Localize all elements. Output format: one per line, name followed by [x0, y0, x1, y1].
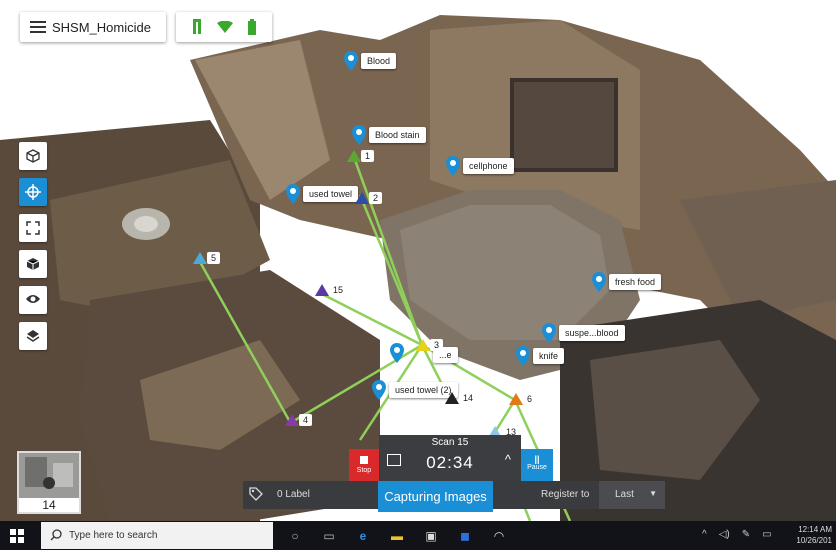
marker-label: 6: [523, 393, 537, 405]
layers-icon: [26, 330, 40, 342]
edge-icon[interactable]: e: [350, 525, 376, 546]
marker-label: 1: [361, 150, 375, 162]
menu-icon[interactable]: [30, 18, 46, 36]
app-icon[interactable]: ◼: [452, 525, 478, 546]
scan-status-panel: Scan 15 02:34 ^: [379, 435, 521, 481]
visibility-button[interactable]: [19, 286, 47, 314]
stop-label: Stop: [356, 467, 372, 474]
search-placeholder: Type here to search: [69, 530, 158, 541]
location-pin-icon[interactable]: [344, 51, 358, 71]
battery-icon: [248, 19, 257, 35]
marker-label: 5: [207, 252, 221, 264]
expand-icon: [26, 221, 40, 235]
chevron-up-icon[interactable]: ^: [505, 452, 511, 467]
chevron-up-icon[interactable]: ^: [702, 529, 707, 540]
windows-taskbar: Type here to search ○ ▭ e ▬ ▣ ◼ ◠ ^ ◁) ✎…: [0, 521, 836, 550]
task-view-icon[interactable]: ▭: [316, 525, 342, 546]
pin-label[interactable]: Blood: [361, 53, 397, 69]
marker-triangle-icon[interactable]: [193, 252, 207, 264]
pause-button[interactable]: || Pause: [521, 449, 553, 481]
marker-label: 14: [459, 392, 478, 404]
project-header: SHSM_Homicide: [20, 12, 166, 42]
windows-start-icon[interactable]: [10, 529, 24, 543]
register-to-label: Register to: [541, 489, 590, 500]
location-pin-icon[interactable]: [542, 323, 556, 343]
stop-button[interactable]: Stop: [349, 449, 379, 481]
project-title: SHSM_Homicide: [52, 19, 151, 35]
location-pin-icon[interactable]: [516, 346, 530, 366]
scanner-app-icon[interactable]: ◠: [486, 525, 512, 546]
wifi-icon: [216, 21, 233, 33]
eye-icon: [26, 295, 40, 303]
store-icon[interactable]: ▣: [418, 525, 444, 546]
pin-label[interactable]: Blood stain: [369, 127, 426, 143]
marker-triangle-icon[interactable]: [416, 339, 430, 351]
marker-triangle-icon[interactable]: [509, 393, 523, 405]
location-pin-icon[interactable]: [352, 125, 366, 145]
cube-icon: [26, 149, 40, 163]
location-pin-icon[interactable]: [446, 156, 460, 176]
clock-date: 10/26/201: [796, 536, 832, 545]
cube-view-button[interactable]: [19, 142, 47, 170]
marker-triangle-icon[interactable]: [445, 392, 459, 404]
location-pin-icon[interactable]: [372, 380, 386, 400]
register-select-value: Last: [615, 489, 634, 500]
location-pin-icon[interactable]: [592, 272, 606, 292]
volume-icon[interactable]: ◁): [719, 529, 730, 540]
location-pin-icon[interactable]: [390, 343, 404, 363]
system-tray: ^ ◁) ✎ ▭: [702, 529, 784, 540]
view-toolbar: [19, 142, 49, 358]
move-tool-button[interactable]: [19, 178, 47, 206]
marker-label: 2: [369, 192, 383, 204]
cortana-icon[interactable]: ○: [282, 525, 308, 546]
fit-view-button[interactable]: [19, 214, 47, 242]
search-icon: [50, 529, 62, 541]
pause-icon: ||: [534, 454, 540, 464]
scanner-icon: [192, 19, 201, 34]
pin-label[interactable]: used towel: [303, 186, 359, 202]
box-icon: [26, 258, 40, 270]
scan-timer: 02:34: [426, 453, 474, 472]
pause-label: Pause: [527, 464, 547, 471]
scan-thumbnail[interactable]: 14: [17, 451, 81, 514]
move-icon: [25, 184, 41, 200]
clock-time: 12:14 AM: [798, 525, 832, 534]
thumbnail-label: 14: [19, 498, 79, 512]
location-pin-icon[interactable]: [286, 184, 300, 204]
pin-label[interactable]: cellphone: [463, 158, 514, 174]
stop-icon: [360, 456, 368, 464]
marker-triangle-icon[interactable]: [347, 150, 361, 162]
pin-label[interactable]: knife: [533, 348, 565, 364]
label-count: 0 Label: [277, 489, 310, 500]
caret-down-icon: ▼: [649, 489, 657, 498]
device-status: [176, 12, 272, 42]
marker-triangle-icon[interactable]: [315, 284, 329, 296]
marker-triangle-icon[interactable]: [355, 192, 369, 204]
box-view-button[interactable]: [19, 250, 47, 278]
pin-label[interactable]: fresh food: [609, 274, 662, 290]
keyboard-icon[interactable]: ▭: [762, 529, 771, 540]
pen-icon[interactable]: ✎: [742, 529, 750, 540]
marker-label: 4: [299, 414, 313, 426]
taskbar-clock[interactable]: 12:14 AM 10/26/201: [796, 524, 832, 546]
capturing-images-status: Capturing Images: [378, 481, 493, 512]
marker-triangle-icon[interactable]: [285, 414, 299, 426]
scan-name: Scan 15: [431, 437, 469, 448]
layers-button[interactable]: [19, 322, 47, 350]
marker-label: 3: [430, 339, 444, 351]
taskbar-search[interactable]: Type here to search: [41, 522, 273, 549]
scan-controls: Stop Scan 15 02:34 ^ || Pause: [349, 435, 553, 483]
tag-icon[interactable]: [249, 487, 263, 501]
file-explorer-icon[interactable]: ▬: [384, 525, 410, 546]
marker-label: 15: [329, 284, 348, 296]
label-bar: 0 Label Capturing Images Register to Las…: [243, 481, 665, 512]
register-select[interactable]: Last ▼: [599, 481, 665, 509]
pin-label[interactable]: suspe...blood: [559, 325, 625, 341]
